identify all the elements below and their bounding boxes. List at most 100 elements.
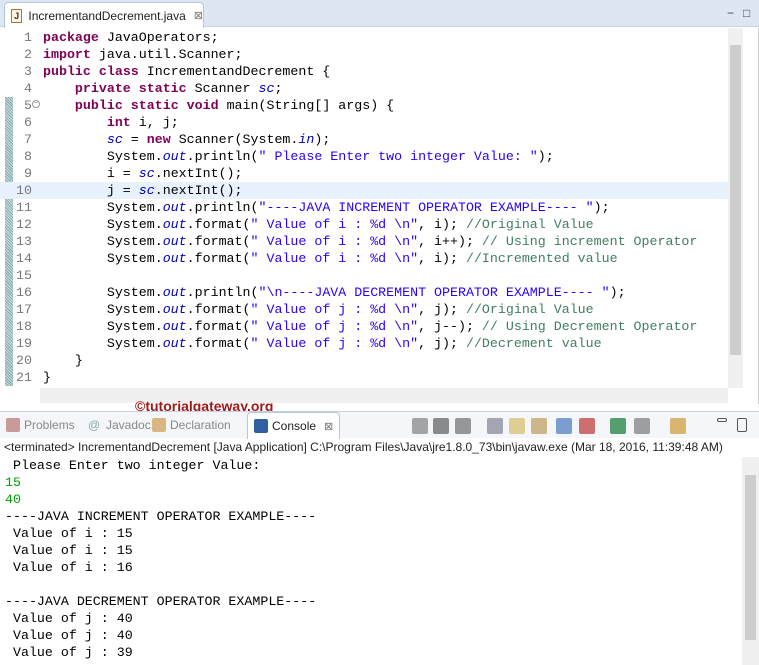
pin-console-icon[interactable] [610, 418, 626, 434]
clear-console-icon[interactable] [487, 418, 503, 434]
code-token: package [43, 30, 99, 45]
console-line: Value of i : 15 [5, 543, 141, 558]
code-token: out [162, 149, 187, 164]
editor-tab[interactable]: J IncrementandDecrement.java ⊠ [4, 2, 204, 28]
code-line[interactable]: 9 i = sc.nextInt(); [0, 165, 728, 182]
code-token: sc [138, 183, 155, 198]
word-wrap-icon[interactable] [531, 418, 547, 434]
close-icon[interactable]: ⊠ [194, 9, 203, 22]
code-token: // Using increment Operator [481, 234, 698, 249]
remove-all-terminated-icon[interactable] [455, 418, 471, 434]
maximize-view-icon[interactable] [737, 418, 747, 432]
code-line[interactable]: 18 System.out.format(" Value of j : %d \… [0, 318, 728, 335]
code-text: System.out.format(" Value of j : %d \n",… [43, 318, 698, 335]
tab-problems[interactable]: Problems [6, 418, 75, 432]
scrollbar-thumb[interactable] [730, 45, 741, 355]
code-line[interactable]: 19 System.out.format(" Value of j : %d \… [0, 335, 728, 352]
show-on-stderr-icon[interactable] [579, 418, 595, 434]
show-on-stdout-icon[interactable] [556, 418, 572, 434]
console-line: ----JAVA INCREMENT OPERATOR EXAMPLE---- [5, 509, 325, 524]
code-line[interactable]: 15 [0, 267, 728, 284]
console-output[interactable]: Please Enter two integer Value: 15 40 ----… [0, 457, 742, 665]
code-token: , j); [418, 336, 466, 351]
code-line[interactable]: 14 System.out.format(" Value of i : %d \… [0, 250, 728, 267]
code-line[interactable]: 10 j = sc.nextInt(); [0, 182, 728, 199]
code-text: System.out.format(" Value of j : %d \n",… [43, 301, 594, 318]
at-sign-icon: @ [88, 418, 101, 432]
code-text: public static void main(String[] args) { [43, 97, 394, 114]
code-token: .println( [186, 149, 259, 164]
code-text: j = sc.nextInt(); [43, 182, 243, 199]
code-text: private static Scanner sc; [43, 80, 283, 97]
code-line[interactable]: 13 System.out.format(" Value of i : %d \… [0, 233, 728, 250]
code-line[interactable]: 16 System.out.println("\n----JAVA DECREM… [0, 284, 728, 301]
code-editor[interactable]: 1 package JavaOperators; 2 import java.util… [0, 28, 759, 404]
code-line[interactable]: 21} [0, 369, 728, 386]
code-token: System. [43, 234, 163, 249]
terminate-icon[interactable] [412, 418, 428, 434]
code-area[interactable]: 1 package JavaOperators; 2 import java.util… [0, 29, 728, 386]
code-line[interactable]: 11 System.out.println("----JAVA INCREMEN… [0, 199, 728, 216]
code-line[interactable]: 1 package JavaOperators; [0, 29, 728, 46]
code-token: " Value of i : %d \n" [250, 217, 419, 232]
code-line[interactable]: 7 sc = new Scanner(System.in); [0, 131, 728, 148]
code-text: } [43, 369, 51, 386]
console-input-line: 15 [5, 475, 21, 490]
code-token: Scanner [186, 81, 259, 96]
code-token: .format( [186, 336, 251, 351]
console-line: Value of j : 40 [5, 628, 141, 643]
console-line: Value of j : 40 [5, 611, 141, 626]
scrollbar-thumb[interactable] [745, 475, 756, 640]
code-line[interactable]: 20 } [0, 352, 728, 369]
code-line[interactable]: 4 private static Scanner sc; [0, 80, 728, 97]
line-number: 11 [16, 200, 32, 215]
console-scrollbar[interactable] [742, 457, 759, 665]
code-token: // Using Decrement Operator [481, 319, 698, 334]
open-console-icon[interactable] [670, 418, 686, 434]
minimize-button[interactable]: − [727, 6, 734, 20]
tab-javadoc[interactable]: @ Javadoc [88, 418, 151, 432]
code-token: //Incremented value [465, 251, 618, 266]
code-token: out [162, 234, 187, 249]
code-token: System. [43, 285, 163, 300]
code-token: int [106, 115, 131, 130]
close-icon[interactable]: ⊠ [324, 420, 333, 433]
code-line[interactable]: 6 int i, j; [0, 114, 728, 131]
remove-launch-icon[interactable] [433, 418, 449, 434]
scroll-lock-icon[interactable] [509, 418, 525, 434]
code-token: .format( [186, 234, 251, 249]
code-token: //Decrement value [465, 336, 602, 351]
code-token: System. [43, 200, 163, 215]
maximize-button[interactable]: □ [743, 6, 750, 20]
code-token: " Value of j : %d \n" [250, 336, 419, 351]
code-line[interactable]: 12 System.out.format(" Value of i : %d \… [0, 216, 728, 233]
code-token: "----JAVA INCREMENT OPERATOR EXAMPLE----… [258, 200, 594, 215]
minimize-view-icon[interactable] [717, 418, 727, 422]
line-number: 16 [16, 285, 32, 300]
code-line[interactable]: 8 System.out.println(" Please Enter two … [0, 148, 728, 165]
code-text: System.out.format(" Value of i : %d \n",… [43, 233, 698, 250]
declaration-icon [152, 418, 166, 432]
line-number: 7 [24, 132, 32, 147]
display-console-icon[interactable] [634, 418, 650, 434]
tab-declaration[interactable]: Declaration [152, 418, 231, 432]
code-token: " Value of j : %d \n" [250, 319, 419, 334]
code-line[interactable]: 3 public class IncrementandDecrement { [0, 63, 728, 80]
code-line[interactable]: 17 System.out.format(" Value of j : %d \… [0, 301, 728, 318]
code-token: .println( [186, 200, 259, 215]
code-line[interactable]: 5− public static void main(String[] args… [0, 97, 728, 114]
code-token: System. [43, 319, 163, 334]
vertical-scrollbar[interactable] [728, 28, 743, 388]
line-number: 3 [24, 64, 32, 79]
editor-tab-bar: J IncrementandDecrement.java ⊠ − □ [0, 0, 759, 28]
fold-toggle-icon[interactable]: − [32, 100, 40, 108]
line-number: 17 [16, 302, 32, 317]
code-token: out [162, 217, 187, 232]
tab-console[interactable]: Console ⊠ [247, 412, 341, 439]
line-number: 4 [24, 81, 32, 96]
line-number: 6 [24, 115, 32, 130]
code-line[interactable]: 2 import java.util.Scanner; [0, 46, 728, 63]
code-token: import [43, 47, 91, 62]
